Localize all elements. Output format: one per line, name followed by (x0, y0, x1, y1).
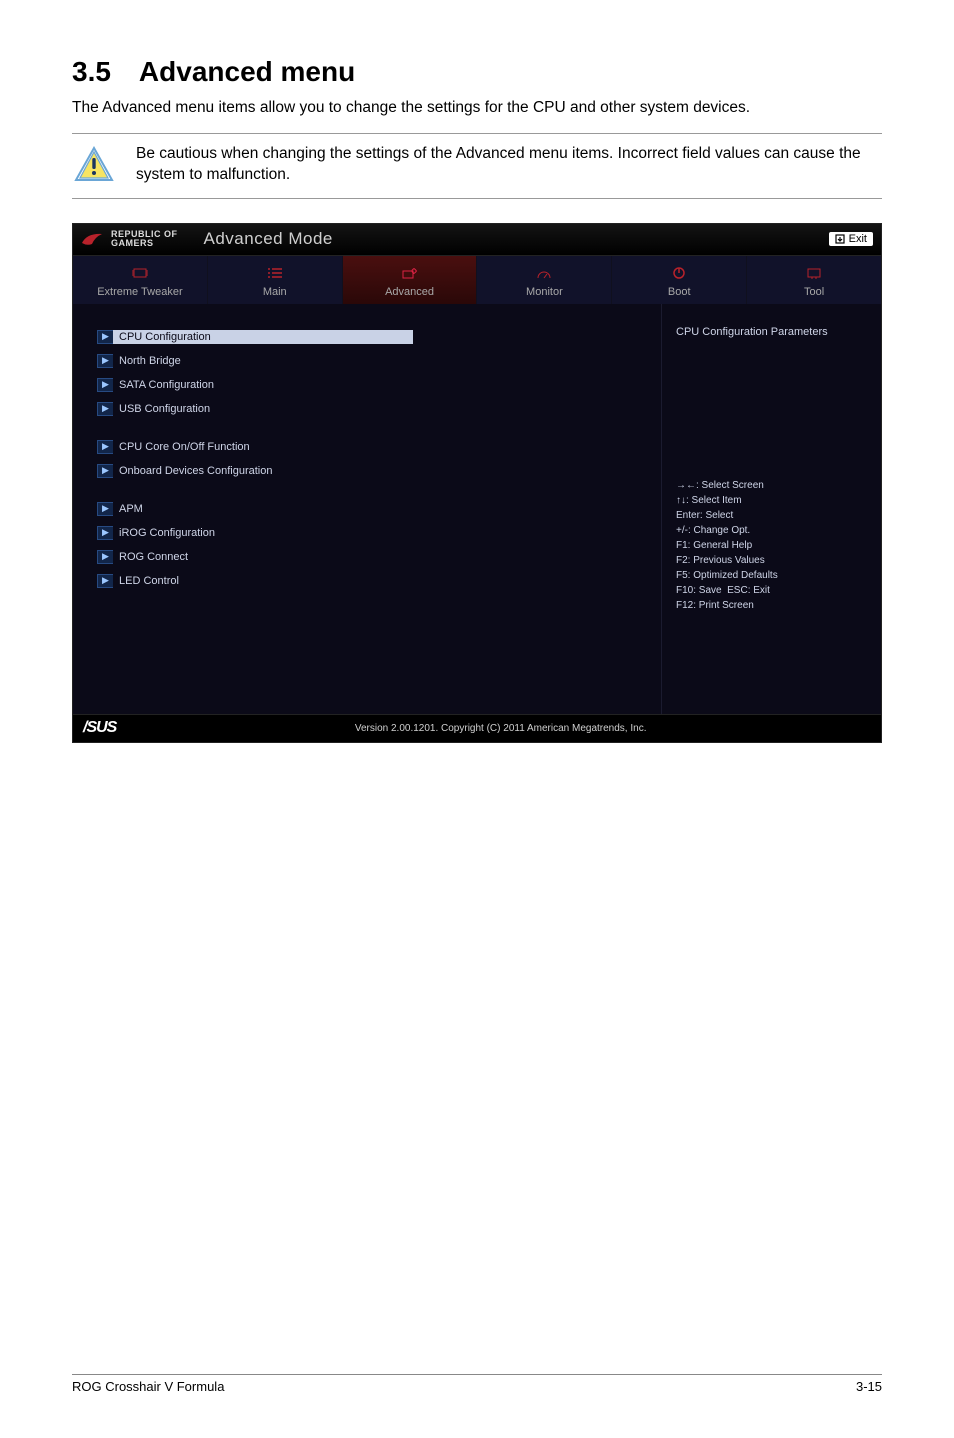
tab-advanced[interactable]: Advanced (343, 256, 478, 304)
menu-apm[interactable]: ▶APM (97, 498, 643, 520)
tab-label: Boot (612, 286, 746, 298)
rog-eye-icon (81, 231, 103, 247)
exit-button[interactable]: Exit (829, 232, 873, 246)
chevron-right-icon: ▶ (97, 550, 113, 564)
menu-irog-configuration[interactable]: ▶iROG Configuration (97, 522, 643, 544)
list-icon (208, 264, 342, 282)
footer-product: ROG Crosshair V Formula (72, 1379, 224, 1394)
menu-onboard-devices[interactable]: ▶Onboard Devices Configuration (97, 460, 643, 482)
menu-label: LED Control (113, 574, 185, 588)
version-text: Version 2.00.1201. Copyright (C) 2011 Am… (130, 723, 871, 734)
tab-label: Extreme Tweaker (73, 286, 207, 298)
section-heading: 3.5 Advanced menu (72, 56, 882, 88)
chevron-right-icon: ▶ (97, 378, 113, 392)
menu-label: Onboard Devices Configuration (113, 464, 278, 478)
tab-monitor[interactable]: Monitor (477, 256, 612, 304)
tab-main[interactable]: Main (208, 256, 343, 304)
tab-tool[interactable]: Tool (747, 256, 881, 304)
menu-led-control[interactable]: ▶LED Control (97, 570, 643, 592)
menu-label: CPU Core On/Off Function (113, 440, 256, 454)
advanced-icon (343, 264, 477, 282)
tab-label: Main (208, 286, 342, 298)
footer-page-number: 3-15 (856, 1379, 882, 1394)
side-description: CPU Configuration Parameters (676, 326, 867, 338)
chevron-right-icon: ▶ (97, 440, 113, 454)
chevron-right-icon: ▶ (97, 502, 113, 516)
caution-icon (72, 144, 116, 182)
menu-cpu-configuration[interactable]: ▶CPU Configuration (97, 326, 643, 348)
tab-extreme-tweaker[interactable]: Extreme Tweaker (73, 256, 208, 304)
chip-icon (73, 264, 207, 282)
bios-screenshot: REPUBLIC OF GAMERS Advanced Mode Exit Ex… (72, 223, 882, 743)
brand-line2: GAMERS (111, 239, 178, 248)
exit-label: Exit (849, 233, 867, 245)
menu-rog-connect[interactable]: ▶ROG Connect (97, 546, 643, 568)
chevron-right-icon: ▶ (97, 464, 113, 478)
menu-sata-configuration[interactable]: ▶SATA Configuration (97, 374, 643, 396)
caution-callout: Be cautious when changing the settings o… (72, 133, 882, 199)
mode-label: Advanced Mode (204, 229, 333, 249)
chevron-right-icon: ▶ (97, 526, 113, 540)
tab-boot[interactable]: Boot (612, 256, 747, 304)
menu-label: USB Configuration (113, 402, 216, 416)
chevron-right-icon: ▶ (97, 574, 113, 588)
tab-label: Monitor (477, 286, 611, 298)
menu-label: North Bridge (113, 354, 187, 368)
chevron-right-icon: ▶ (97, 330, 113, 344)
gauge-icon (477, 264, 611, 282)
tab-label: Tool (747, 286, 881, 298)
menu-label: CPU Configuration (113, 330, 413, 344)
asus-logo: /SUS (83, 719, 116, 737)
menu-cpu-core-onoff[interactable]: ▶CPU Core On/Off Function (97, 436, 643, 458)
tab-label: Advanced (343, 286, 477, 298)
menu-usb-configuration[interactable]: ▶USB Configuration (97, 398, 643, 420)
intro-text: The Advanced menu items allow you to cha… (72, 98, 882, 119)
menu-label: SATA Configuration (113, 378, 220, 392)
menu-label: iROG Configuration (113, 526, 221, 540)
menu-label: APM (113, 502, 149, 516)
side-help-text: →←: Select Screen ↑↓: Select Item Enter:… (676, 478, 867, 613)
caution-text: Be cautious when changing the settings o… (136, 144, 876, 186)
chevron-right-icon: ▶ (97, 354, 113, 368)
tab-bar: Extreme Tweaker Main Advanced Monitor Bo… (73, 256, 881, 304)
menu-list: ▶CPU Configuration ▶North Bridge ▶SATA C… (73, 304, 661, 714)
tool-icon (747, 264, 881, 282)
power-icon (612, 264, 746, 282)
chevron-right-icon: ▶ (97, 402, 113, 416)
menu-label: ROG Connect (113, 550, 194, 564)
exit-icon (835, 234, 845, 244)
menu-north-bridge[interactable]: ▶North Bridge (97, 350, 643, 372)
